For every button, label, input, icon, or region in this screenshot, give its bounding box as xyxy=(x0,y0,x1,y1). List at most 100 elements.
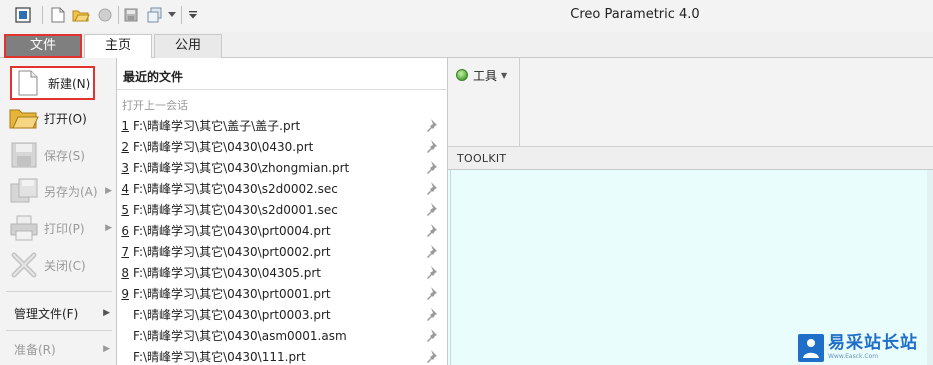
recent-file-number: 5 xyxy=(121,202,129,217)
new-file-icon xyxy=(12,69,44,97)
ribbon-tabs: 文件 主页 公用 xyxy=(0,32,933,58)
tab-home[interactable]: 主页 xyxy=(84,34,152,58)
pin-icon[interactable] xyxy=(426,181,438,195)
window-title: Creo Parametric 4.0 xyxy=(570,7,700,22)
pin-icon[interactable] xyxy=(426,118,438,132)
toolkit-bar: TOOLKIT xyxy=(448,146,933,170)
recent-file-path: F:\晴峰学习\其它\0430\asm0001.asm xyxy=(133,329,347,343)
recent-file-item[interactable]: 4 F:\晴峰学习\其它\0430\s2d0002.sec xyxy=(117,178,448,199)
regenerate-icon[interactable] xyxy=(95,5,115,25)
recent-file-path: F:\晴峰学习\其它\0430\s2d0002.sec xyxy=(133,182,338,196)
recent-file-path: F:\晴峰学习\其它\0430\prt0004.prt xyxy=(133,224,331,238)
new-button[interactable]: 新建(N) xyxy=(10,66,95,100)
recent-file-number: 7 xyxy=(121,244,129,259)
pin-icon[interactable] xyxy=(426,160,438,174)
open-label: 打开(O) xyxy=(44,111,87,126)
watermark-url: Www.Easck.Com xyxy=(828,353,879,360)
divider xyxy=(6,291,112,292)
print-icon xyxy=(8,214,40,242)
pin-icon[interactable] xyxy=(426,286,438,300)
print-label: 打印(P) xyxy=(44,221,85,236)
pin-icon[interactable] xyxy=(426,202,438,216)
file-menu: 新建(N) 打开(O) 保存(S) 另存为(A) ▶ 打印(P) ▶ 关闭(C)… xyxy=(0,58,117,365)
save-as-label: 另存为(A) xyxy=(44,184,98,199)
recent-file-item[interactable]: F:\晴峰学习\其它\0430\prt0003.prt xyxy=(117,304,448,325)
recent-file-item[interactable]: 7 F:\晴峰学习\其它\0430\prt0002.prt xyxy=(117,241,448,262)
recent-file-path: F:\晴峰学习\其它\0430\prt0002.prt xyxy=(133,245,331,259)
close-label: 关闭(C) xyxy=(44,258,86,273)
ribbon-group-area: 工具 ▼ xyxy=(448,58,933,146)
recent-file-path: F:\晴峰学习\其它\0430\04305.prt xyxy=(133,266,321,280)
pin-icon[interactable] xyxy=(426,349,438,363)
pin-icon[interactable] xyxy=(426,328,438,342)
close-icon xyxy=(8,251,40,279)
folder-open-icon xyxy=(8,104,40,132)
open-folder-icon[interactable] xyxy=(70,5,92,25)
recent-file-number: 2 xyxy=(121,139,129,154)
toolkit-label: TOOLKIT xyxy=(457,152,507,165)
divider xyxy=(117,89,448,90)
prepare-menu[interactable]: 准备(R) ▶ xyxy=(14,338,114,360)
recent-file-path: F:\晴峰学习\其它\0430\prt0003.prt xyxy=(133,308,331,322)
recent-file-number: 4 xyxy=(121,181,129,196)
chevron-right-icon: ▶ xyxy=(103,344,110,354)
chevron-down-icon: ▼ xyxy=(501,70,508,80)
recent-file-number: 1 xyxy=(121,118,129,133)
save-button[interactable]: 保存(S) xyxy=(8,140,116,170)
tools-button[interactable]: 工具 ▼ xyxy=(456,66,507,84)
save-icon xyxy=(8,141,40,169)
new-file-icon[interactable] xyxy=(48,5,68,25)
recent-file-item[interactable]: 2 F:\晴峰学习\其它\0430\0430.prt xyxy=(117,136,448,157)
windows-icon[interactable] xyxy=(144,5,166,25)
recent-file-item[interactable]: F:\晴峰学习\其它\0430\111.prt xyxy=(117,346,448,365)
pin-icon[interactable] xyxy=(426,223,438,237)
save-as-icon xyxy=(8,177,40,205)
recent-files-title: 最近的文件 xyxy=(123,70,184,84)
recent-file-number: 8 xyxy=(121,265,129,280)
pin-icon[interactable] xyxy=(426,139,438,153)
divider xyxy=(6,330,112,331)
recent-files-panel: 最近的文件 打开上一会话 1 F:\晴峰学习\其它\盖子\盖子.prt 2 F:\晴峰… xyxy=(117,58,448,365)
print-button[interactable]: 打印(P) ▶ xyxy=(8,213,116,243)
manage-file-menu[interactable]: 管理文件(F) ▶ xyxy=(14,302,114,324)
chevron-right-icon: ▶ xyxy=(105,223,112,233)
recent-file-path: F:\晴峰学习\其它\0430\prt0001.prt xyxy=(133,287,331,301)
pin-icon[interactable] xyxy=(426,307,438,321)
manage-file-label: 管理文件(F) xyxy=(14,306,79,321)
watermark: 易采站长站 Www.Easck.Com xyxy=(798,330,933,365)
divider xyxy=(450,170,451,365)
recent-file-path: F:\晴峰学习\其它\0430\zhongmian.prt xyxy=(133,161,350,175)
customize-toolbar-icon[interactable] xyxy=(186,5,200,25)
recent-file-path: F:\晴峰学习\其它\盖子\盖子.prt xyxy=(133,119,301,133)
open-button[interactable]: 打开(O) xyxy=(8,103,116,133)
recent-file-item[interactable]: 8 F:\晴峰学习\其它\0430\04305.prt xyxy=(117,262,448,283)
tab-utilities[interactable]: 公用 xyxy=(154,34,222,58)
recent-file-item[interactable]: 6 F:\晴峰学习\其它\0430\prt0004.prt xyxy=(117,220,448,241)
recent-file-path: F:\晴峰学习\其它\0430\0430.prt xyxy=(133,140,314,154)
chevron-down-icon[interactable] xyxy=(166,5,178,25)
pin-icon[interactable] xyxy=(426,265,438,279)
recent-file-number: 9 xyxy=(121,286,129,301)
recent-file-item[interactable]: F:\晴峰学习\其它\0430\asm0001.asm xyxy=(117,325,448,346)
recent-file-path: F:\晴峰学习\其它\0430\111.prt xyxy=(133,350,306,364)
recent-file-number: 6 xyxy=(121,223,129,238)
recent-file-number: 3 xyxy=(121,160,129,175)
divider xyxy=(519,58,520,146)
recent-file-item[interactable]: 9 F:\晴峰学习\其它\0430\prt0001.prt xyxy=(117,283,448,304)
prepare-label: 准备(R) xyxy=(14,342,56,357)
save-icon[interactable] xyxy=(121,5,141,25)
save-as-button[interactable]: 另存为(A) ▶ xyxy=(8,176,116,206)
save-label: 保存(S) xyxy=(44,148,85,163)
close-button[interactable]: 关闭(C) xyxy=(8,250,116,280)
recent-file-item[interactable]: 5 F:\晴峰学习\其它\0430\s2d0001.sec xyxy=(117,199,448,220)
tab-file[interactable]: 文件 xyxy=(4,34,82,58)
pin-icon[interactable] xyxy=(426,244,438,258)
tools-status-icon xyxy=(456,69,468,81)
chevron-right-icon: ▶ xyxy=(105,186,112,196)
open-last-session-link[interactable]: 打开上一会话 xyxy=(122,97,188,113)
tools-label: 工具 xyxy=(473,68,498,83)
recent-file-path: F:\晴峰学习\其它\0430\s2d0001.sec xyxy=(133,203,338,217)
recent-file-item[interactable]: 1 F:\晴峰学习\其它\盖子\盖子.prt xyxy=(117,115,448,136)
app-menu-icon[interactable] xyxy=(12,5,34,25)
recent-file-item[interactable]: 3 F:\晴峰学习\其它\0430\zhongmian.prt xyxy=(117,157,448,178)
